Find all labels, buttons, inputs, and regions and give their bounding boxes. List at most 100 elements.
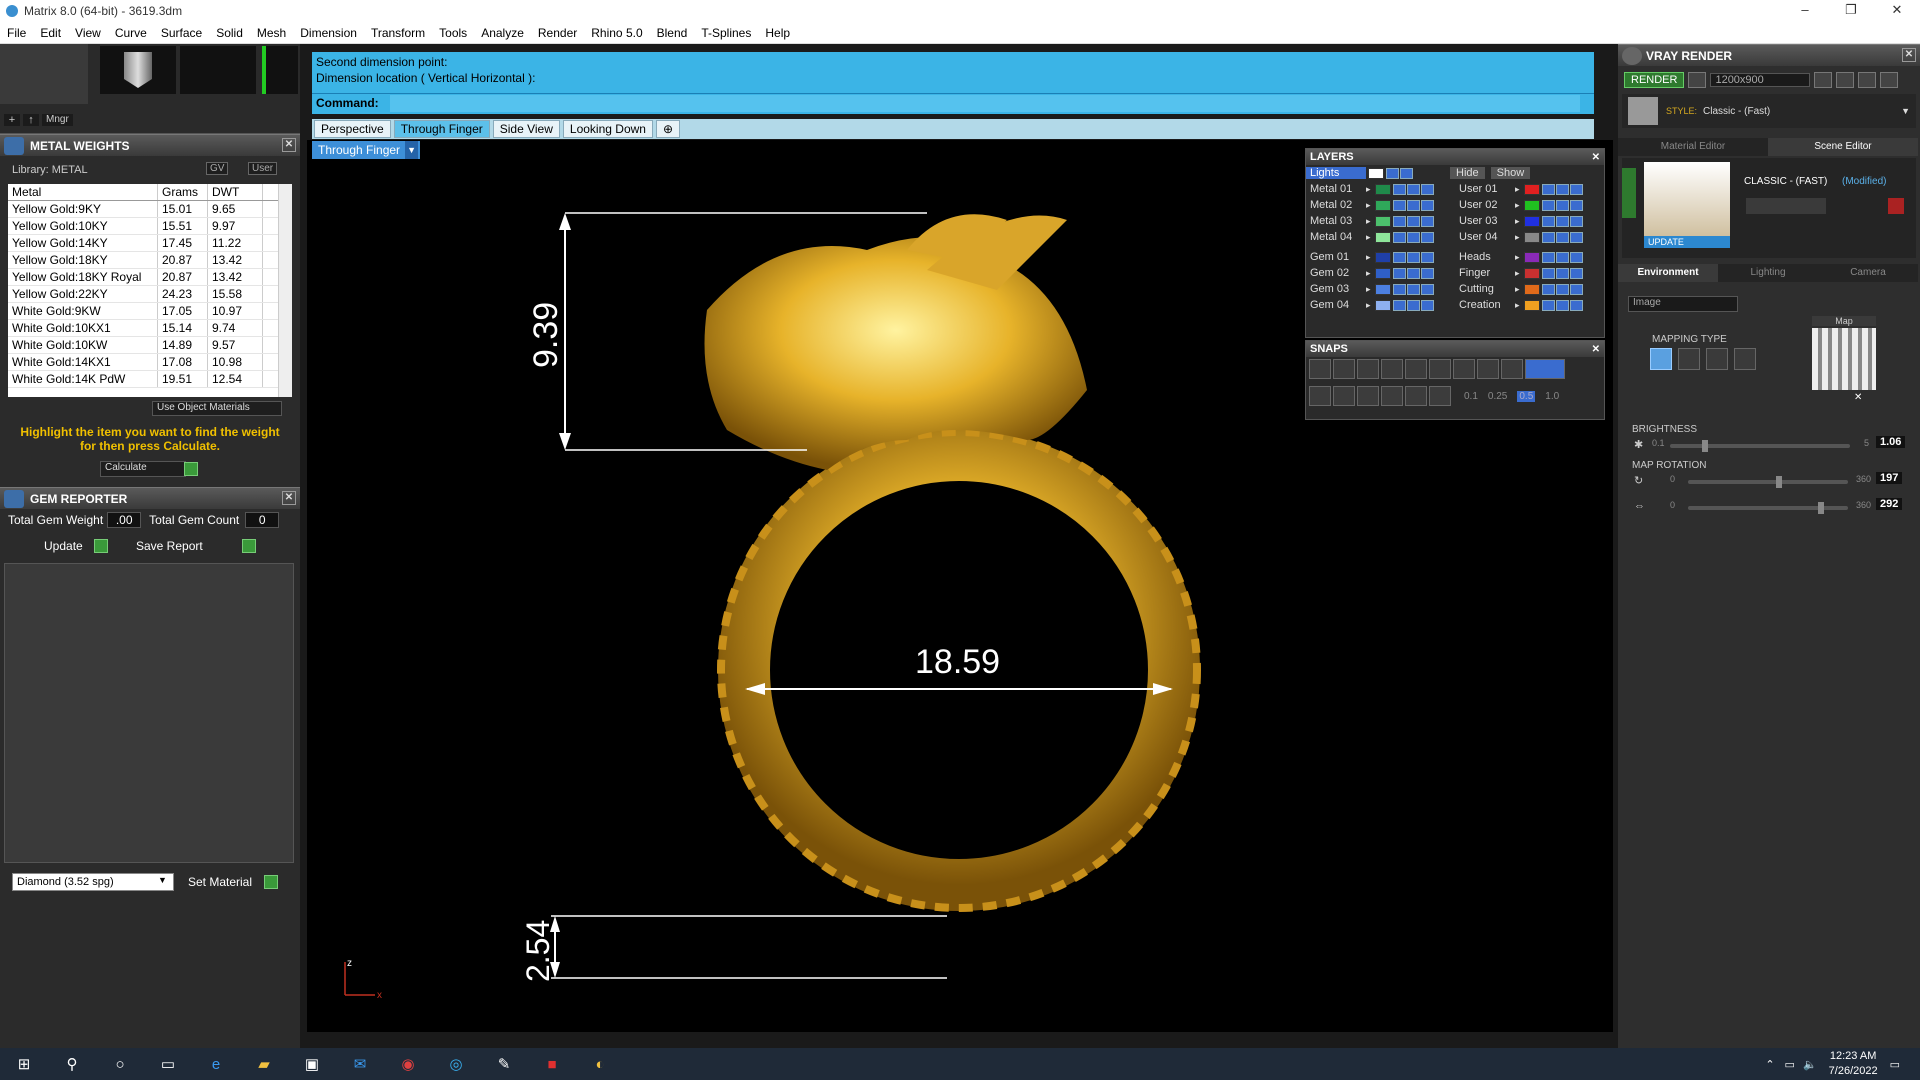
menu-curve[interactable]: Curve [108, 26, 154, 40]
notification-icon[interactable]: ▭ [1890, 1058, 1900, 1071]
table-row[interactable]: Yellow Gold:9KY 15.01 9.65 [8, 201, 292, 218]
expand-icon[interactable] [1622, 168, 1636, 218]
layer-lock-icon[interactable] [1541, 267, 1555, 279]
edge-icon[interactable]: e [192, 1048, 240, 1080]
calculate-go-icon[interactable] [184, 462, 198, 476]
menu-tools[interactable]: Tools [432, 26, 474, 40]
layer-row[interactable]: User 02 ▸ [1455, 197, 1604, 213]
layer-lock-icon[interactable] [1392, 267, 1406, 279]
camera-icon[interactable] [1688, 72, 1707, 88]
ortho-icon[interactable] [1333, 386, 1355, 406]
table-row[interactable]: Yellow Gold:14KY 17.45 11.22 [8, 235, 292, 252]
material-select[interactable]: Diamond (3.52 spg) [12, 873, 174, 891]
layer-color-swatch[interactable] [1374, 231, 1391, 243]
table-row[interactable]: Yellow Gold:18KY Royal 20.87 13.42 [8, 269, 292, 286]
menu-tsplines[interactable]: T-Splines [694, 26, 758, 40]
snap-perp-icon[interactable] [1453, 359, 1475, 379]
store-icon[interactable]: ▣ [288, 1048, 336, 1080]
environment-select[interactable]: Image [1628, 296, 1738, 312]
rewind-icon[interactable] [1814, 72, 1833, 88]
layer-visibility-icon[interactable] [1406, 299, 1420, 311]
layer-lock-icon[interactable] [1392, 251, 1406, 263]
layer-row[interactable]: Gem 01 ▸ [1306, 249, 1455, 265]
tab-looking-down[interactable]: Looking Down [562, 120, 653, 138]
layer-visibility-icon[interactable] [1406, 183, 1420, 195]
layer-expand-icon[interactable]: ▸ [1366, 184, 1371, 195]
layer-row[interactable]: Gem 04 ▸ [1306, 297, 1455, 313]
layer-visibility-icon[interactable] [1555, 215, 1569, 227]
preset-action-icon[interactable] [1746, 198, 1826, 214]
layer-expand-icon[interactable]: ▸ [1515, 216, 1520, 227]
render-button[interactable]: RENDER [1624, 72, 1685, 88]
tab-perspective[interactable]: Perspective [314, 120, 391, 138]
layer-lock-icon[interactable] [1392, 299, 1406, 311]
snap-value-2[interactable]: 0.5 [1517, 390, 1536, 402]
close-icon[interactable]: ✕ [1902, 48, 1916, 62]
mngr-button[interactable]: Mngr [42, 114, 73, 126]
layer-visibility-icon[interactable] [1406, 199, 1420, 211]
hide-button[interactable]: Hide [1450, 167, 1485, 179]
layer-name[interactable]: Metal 03 [1306, 215, 1366, 227]
layer-select-icon[interactable] [1420, 231, 1434, 243]
layer-name[interactable]: Gem 03 [1306, 283, 1366, 295]
update-preset-button[interactable]: UPDATE [1644, 236, 1730, 248]
chevron-down-icon[interactable]: ▼ [1901, 106, 1910, 116]
table-row[interactable]: Yellow Gold:10KY 15.51 9.97 [8, 218, 292, 235]
tab-lighting[interactable]: Lighting [1718, 264, 1818, 282]
network-icon[interactable]: ▭ [1785, 1058, 1795, 1071]
layer-select-icon[interactable] [1569, 231, 1583, 243]
menu-view[interactable]: View [68, 26, 108, 40]
search-icon[interactable]: ⚲ [48, 1048, 96, 1080]
reset-icon[interactable] [1888, 198, 1904, 214]
layer-color-swatch[interactable] [1374, 283, 1391, 295]
layer-color-swatch[interactable] [1374, 215, 1391, 227]
layer-row[interactable]: Metal 03 ▸ [1306, 213, 1455, 229]
layer-row[interactable]: Gem 02 ▸ [1306, 265, 1455, 281]
layer-lock-icon[interactable] [1392, 199, 1406, 211]
layer-visibility-icon[interactable] [1555, 299, 1569, 311]
layer-lock-icon[interactable] [1541, 283, 1555, 295]
layer-expand-icon[interactable]: ▸ [1366, 284, 1371, 295]
calculate-button[interactable]: Calculate [100, 461, 186, 477]
layer-lock-icon[interactable] [1392, 215, 1406, 227]
update-button[interactable]: Update [44, 539, 83, 553]
spherical-map-icon[interactable] [1650, 348, 1672, 370]
tab-camera[interactable]: Camera [1818, 264, 1918, 282]
table-row[interactable]: White Gold:14KX1 17.08 10.98 [8, 354, 292, 371]
layer-name[interactable]: Metal 02 [1306, 199, 1366, 211]
layer-select-icon[interactable] [1569, 199, 1583, 211]
column-header[interactable]: Grams [158, 184, 208, 200]
layer-expand-icon[interactable]: ▸ [1515, 284, 1520, 295]
style-select[interactable]: Classic - (Fast) [1703, 106, 1903, 117]
cortana-icon[interactable]: ○ [96, 1048, 144, 1080]
layer-expand-icon[interactable]: ▸ [1515, 268, 1520, 279]
layer-select-icon[interactable] [1569, 299, 1583, 311]
cube-map-icon[interactable] [1678, 348, 1700, 370]
mail-icon[interactable]: ✉ [336, 1048, 384, 1080]
tab-environment[interactable]: Environment [1618, 264, 1718, 282]
layer-row[interactable]: Metal 01 ▸ [1306, 181, 1455, 197]
layer-color-swatch[interactable] [1523, 231, 1540, 243]
layer-name[interactable]: Gem 04 [1306, 299, 1366, 311]
layer-color-swatch[interactable] [1374, 251, 1391, 263]
layer-select-icon[interactable] [1569, 183, 1583, 195]
layer-select-icon[interactable] [1569, 283, 1583, 295]
layer-visibility-icon[interactable] [1400, 167, 1413, 179]
minimize-button[interactable]: – [1782, 0, 1828, 22]
layer-select-icon[interactable] [1569, 267, 1583, 279]
brightness-value[interactable]: 1.06 [1876, 436, 1906, 448]
frame-buffer-icon[interactable] [1836, 72, 1855, 88]
menu-blend[interactable]: Blend [650, 26, 695, 40]
table-scrollbar[interactable] [278, 184, 292, 397]
menu-help[interactable]: Help [758, 26, 797, 40]
layer-row[interactable]: User 01 ▸ [1455, 181, 1604, 197]
layer-expand-icon[interactable]: ▸ [1366, 252, 1371, 263]
menu-file[interactable]: File [0, 26, 33, 40]
layer-name[interactable]: Cutting [1455, 283, 1515, 295]
app-icon-red[interactable]: ■ [528, 1048, 576, 1080]
set-material-go-icon[interactable] [264, 875, 278, 889]
layer-lock-icon[interactable] [1541, 231, 1555, 243]
layer-lock-icon[interactable] [1392, 183, 1406, 195]
layer-color-swatch[interactable] [1374, 299, 1391, 311]
layer-visibility-icon[interactable] [1406, 215, 1420, 227]
